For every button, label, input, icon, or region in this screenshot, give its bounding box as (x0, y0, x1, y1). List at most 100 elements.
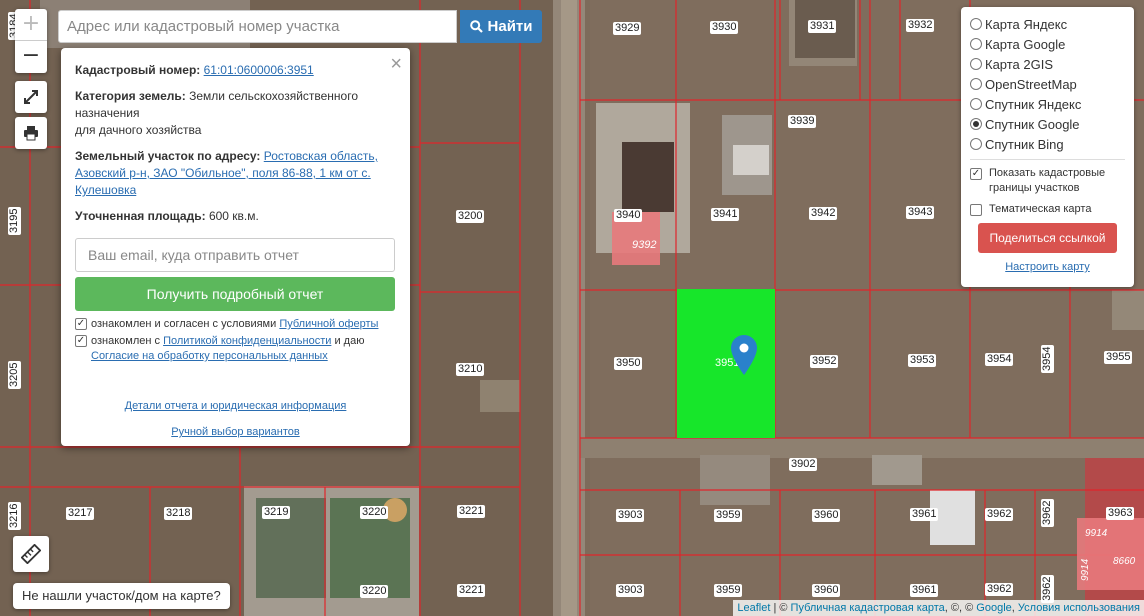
layer-radio[interactable] (970, 138, 982, 150)
offer-link[interactable]: Публичной оферты (279, 318, 378, 330)
cadastral-number-link[interactable]: 61:01:0600006:3951 (204, 63, 314, 77)
zoom-in-button[interactable]: + (15, 9, 47, 41)
report-details-link[interactable]: Детали отчета и юридическая информация (75, 400, 396, 412)
layer-option[interactable]: Карта Google (970, 34, 1125, 54)
parcel-label[interactable]: 3930 (710, 21, 739, 34)
parcel-label[interactable]: 3953 (908, 354, 937, 367)
parcel-label[interactable]: 3960 (812, 509, 841, 522)
privacy-policy-link[interactable]: Политикой конфиденциальности (163, 335, 331, 347)
email-field[interactable] (75, 238, 395, 272)
parcel-label[interactable]: 3902 (789, 458, 818, 471)
parcel-label[interactable]: 3221 (457, 505, 486, 518)
parcel-label[interactable]: 3955 (1104, 351, 1133, 364)
layer-option-label: Карта Google (985, 36, 1066, 52)
personal-data-consent-link[interactable]: Согласие на обработку персональных данны… (91, 350, 328, 362)
parcel-label[interactable]: 3962 (985, 583, 1014, 596)
layer-option-label: OpenStreetMap (985, 76, 1077, 92)
parcel-label[interactable]: 3929 (613, 22, 642, 35)
thematic-map-option[interactable]: Тематическая карта (970, 202, 1125, 217)
setup-map-link[interactable]: Настроить карту (970, 261, 1125, 273)
address-label: Земельный участок по адресу: (75, 149, 261, 163)
parcel-label[interactable]: 3218 (164, 507, 193, 520)
pkk-link[interactable]: Публичная кадастровая карта (791, 602, 945, 614)
show-borders-option[interactable]: ✓ Показать кадастровые границы участков (970, 166, 1125, 196)
layer-option[interactable]: Спутник Яндекс (970, 94, 1125, 114)
manual-selection-link[interactable]: Ручной выбор вариантов (75, 426, 396, 438)
parcel-label[interactable]: 3200 (456, 210, 485, 223)
layer-option[interactable]: OpenStreetMap (970, 74, 1125, 94)
parcel-label[interactable]: 3195 (8, 206, 21, 235)
parcel-label[interactable]: 8660 (1111, 555, 1137, 568)
offer-checkbox[interactable]: ✓ (75, 318, 87, 330)
category-value-2: для дачного хозяйства (75, 123, 202, 137)
get-report-button[interactable]: Получить подробный отчет (75, 277, 395, 311)
parcel-label[interactable]: 3221 (457, 584, 486, 597)
parcel-label[interactable]: 3220 (360, 506, 389, 519)
parcel-label[interactable]: 3931 (808, 20, 837, 33)
parcel-label[interactable]: 3963 (1106, 507, 1135, 520)
parcel-label[interactable]: 3217 (66, 507, 95, 520)
fullscreen-button[interactable] (15, 81, 47, 113)
parcel-label[interactable]: 3903 (616, 584, 645, 597)
search-input[interactable] (58, 10, 457, 43)
parcel-label[interactable]: 3952 (810, 355, 839, 368)
parcel-label[interactable]: 3962 (1041, 574, 1054, 603)
zoom-out-button[interactable]: − (15, 41, 47, 73)
address-row: Земельный участок по адресу: Ростовская … (75, 148, 396, 199)
thematic-map-checkbox[interactable] (970, 204, 982, 216)
parcel-label[interactable]: 3941 (711, 208, 740, 221)
parcel-label[interactable]: 3220 (360, 585, 389, 598)
layer-radio[interactable] (970, 118, 982, 130)
parcel-label[interactable]: 3939 (788, 115, 817, 128)
privacy-checkbox[interactable]: ✓ (75, 335, 87, 347)
not-found-button[interactable]: Не нашли участок/дом на карте? (13, 583, 230, 609)
search-button[interactable]: Найти (460, 10, 542, 43)
parcel-label[interactable]: 3950 (614, 357, 643, 370)
layer-option[interactable]: Карта Яндекс (970, 14, 1125, 34)
parcel-label[interactable]: 9914 (1079, 557, 1092, 583)
layer-option-label: Спутник Яндекс (985, 96, 1082, 112)
ruler-button[interactable] (13, 536, 49, 572)
share-link-button[interactable]: Поделиться ссылкой (978, 223, 1117, 253)
layer-option[interactable]: Карта 2GIS (970, 54, 1125, 74)
parcel-label[interactable]: 3961 (910, 508, 939, 521)
layer-option[interactable]: Спутник Google (970, 114, 1125, 134)
parcel-label[interactable]: 3219 (262, 506, 291, 519)
attribution-sep: , ©, © (944, 602, 977, 614)
print-button[interactable] (15, 117, 47, 149)
parcel-label[interactable]: 3942 (809, 207, 838, 220)
satellite-map[interactable]: 3929 3930 3931 3932 3939 3940 3941 3942 … (0, 0, 1144, 616)
layer-radio[interactable] (970, 98, 982, 110)
parcel-label[interactable]: 9392 (630, 239, 658, 252)
layer-radio[interactable] (970, 38, 982, 50)
parcel-label[interactable]: 3959 (714, 509, 743, 522)
close-icon[interactable]: × (390, 53, 402, 76)
google-link[interactable]: Google (976, 602, 1011, 614)
parcel-label[interactable]: 3959 (714, 584, 743, 597)
parcel-label[interactable]: 3962 (985, 508, 1014, 521)
parcel-label[interactable]: 9914 (1083, 527, 1109, 540)
parcel-label[interactable]: 3954 (1041, 344, 1054, 373)
layer-option-label: Спутник Bing (985, 136, 1064, 152)
parcel-label[interactable]: 3932 (906, 19, 935, 32)
parcel-label[interactable]: 3954 (985, 353, 1014, 366)
layer-option[interactable]: Спутник Bing (970, 134, 1125, 154)
layer-radio[interactable] (970, 78, 982, 90)
parcel-label[interactable]: 3205 (8, 360, 21, 389)
privacy-agreement-row: ✓ ознакомлен с Политикой конфиденциально… (75, 334, 396, 364)
parcel-label[interactable]: 3210 (456, 363, 485, 376)
layer-radio[interactable] (970, 18, 982, 30)
layer-radio[interactable] (970, 58, 982, 70)
cadastral-number-row: Кадастровый номер: 61:01:0600006:3951 (75, 62, 396, 79)
parcel-label[interactable]: 3943 (906, 206, 935, 219)
location-marker-icon[interactable] (731, 335, 757, 375)
leaflet-link[interactable]: Leaflet (737, 602, 770, 614)
parcel-label[interactable]: 3940 (614, 209, 643, 222)
show-borders-checkbox[interactable]: ✓ (970, 168, 982, 180)
parcel-label[interactable]: 3961 (910, 584, 939, 597)
parcel-label[interactable]: 3962 (1041, 498, 1054, 527)
terms-link[interactable]: Условия использования (1018, 602, 1140, 614)
parcel-label[interactable]: 3960 (812, 584, 841, 597)
parcel-label[interactable]: 3903 (616, 509, 645, 522)
parcel-label[interactable]: 3216 (8, 501, 21, 530)
